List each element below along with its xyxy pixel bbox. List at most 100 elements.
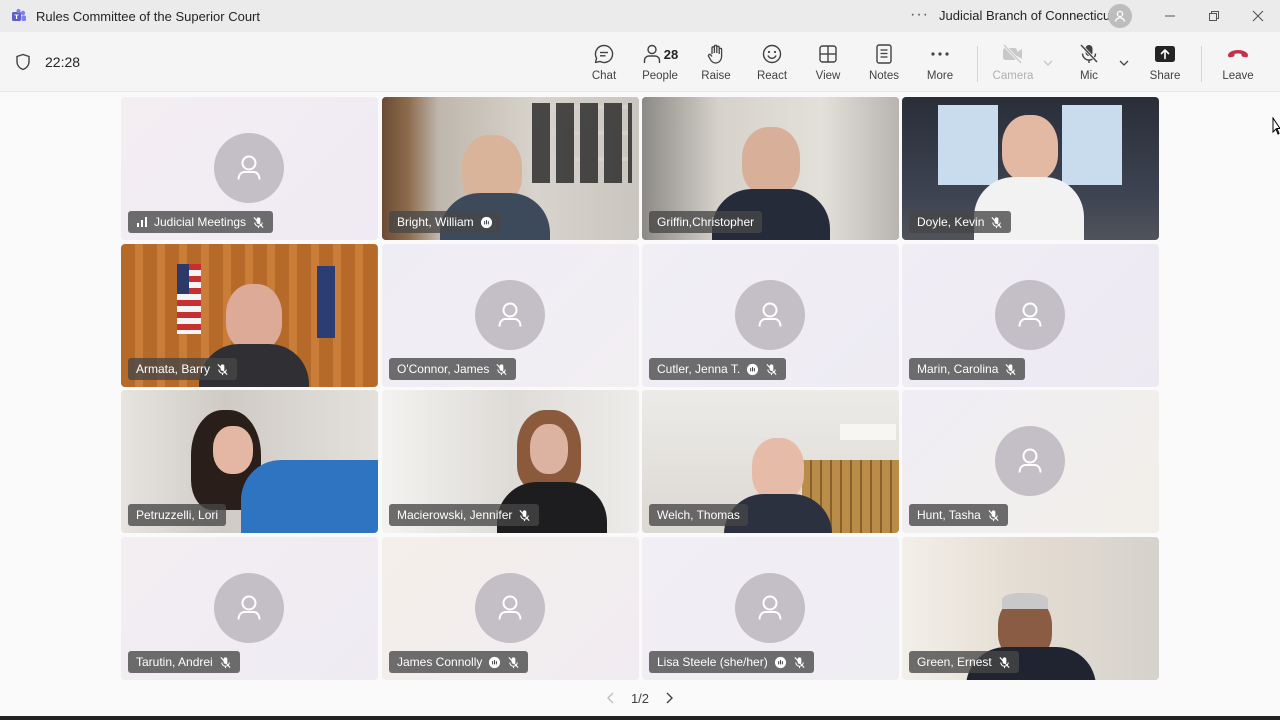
mic-off-icon <box>1079 43 1099 64</box>
participant-tile[interactable]: Cutler, Jenna T. <box>642 244 899 387</box>
muted-mic-icon <box>794 656 805 668</box>
audio-level-icon <box>137 217 147 227</box>
people-count: 28 <box>663 46 679 62</box>
page-indicator: 1/2 <box>630 690 650 706</box>
chevron-right-icon <box>666 692 674 704</box>
grid-view-icon <box>819 45 837 63</box>
participant-tile[interactable]: Petruzzelli, Lori <box>121 390 378 533</box>
meeting-timer: 22:28 <box>45 54 81 70</box>
participant-tile[interactable]: Armata, Barry <box>121 244 378 387</box>
muted-mic-icon <box>217 363 228 375</box>
participant-tile[interactable]: Bright, William <box>382 97 639 240</box>
participant-nametag: Judicial Meetings <box>128 211 274 233</box>
participant-nametag: Bright, William <box>389 211 501 233</box>
camera-off-icon <box>1002 43 1023 65</box>
close-window-button[interactable] <box>1244 4 1272 28</box>
participant-nametag: Welch, Thomas <box>649 504 748 526</box>
people-icon <box>643 44 660 63</box>
muted-mic-icon <box>991 216 1002 228</box>
participant-avatar <box>735 280 805 350</box>
participant-tile[interactable]: Judicial Meetings <box>121 97 378 240</box>
participant-tile[interactable]: Welch, Thomas <box>642 390 899 533</box>
participant-nametag: Green, Ernest <box>909 651 1019 673</box>
more-dots-icon <box>931 52 949 56</box>
person-icon <box>237 595 261 620</box>
notes-button[interactable]: Notes <box>856 42 912 86</box>
participant-tile[interactable]: Griffin,Christopher <box>642 97 899 240</box>
close-icon <box>1252 10 1264 22</box>
participant-nametag: Lisa Steele (she/her) <box>649 651 814 673</box>
teams-logo-icon: T <box>12 9 26 21</box>
mic-button[interactable]: Mic <box>1061 42 1117 86</box>
participant-avatar <box>214 133 284 203</box>
participant-nametag: James Connolly <box>389 651 529 673</box>
participant-avatar <box>214 573 284 643</box>
participant-avatar <box>735 573 805 643</box>
notes-icon <box>876 44 892 64</box>
hand-raised-icon <box>480 216 492 228</box>
camera-options-chevron-icon[interactable] <box>1041 56 1055 70</box>
mic-options-chevron-icon[interactable] <box>1117 56 1131 70</box>
account-avatar[interactable] <box>1108 4 1132 28</box>
share-button[interactable]: Share <box>1137 42 1193 86</box>
titlebar-more-button[interactable]: ··· <box>910 6 929 24</box>
video-gallery: Judicial Meetings Bright, William Griffi… <box>0 92 1280 720</box>
muted-mic-icon <box>496 363 507 375</box>
participant-tile[interactable]: O'Connor, James <box>382 244 639 387</box>
participant-tile[interactable]: Marin, Carolina <box>902 244 1159 387</box>
muted-mic-icon <box>253 216 264 228</box>
muted-mic-icon <box>988 509 999 521</box>
title-bar: T Rules Committee of the Superior Court … <box>0 0 1280 32</box>
more-button[interactable]: More <box>912 42 968 86</box>
participant-nametag: Armata, Barry <box>128 358 238 380</box>
window-bottom-edge <box>0 716 1280 720</box>
previous-page-button[interactable] <box>605 692 617 704</box>
raise-hand-icon <box>707 44 723 64</box>
person-icon <box>758 595 782 620</box>
person-icon <box>498 302 522 327</box>
person-icon <box>1114 10 1126 22</box>
react-button[interactable]: React <box>744 42 800 86</box>
hand-raised-icon <box>774 656 786 668</box>
muted-mic-icon <box>766 363 777 375</box>
participant-nametag: Tarutin, Andrei <box>128 651 240 673</box>
participant-nametag: Macierowski, Jennifer <box>389 504 540 526</box>
chat-button[interactable]: Chat <box>576 42 632 86</box>
hand-raised-icon <box>489 656 501 668</box>
view-button[interactable]: View <box>800 42 856 86</box>
person-icon <box>1018 448 1042 473</box>
person-icon <box>1018 302 1042 327</box>
people-button[interactable]: 28 People <box>632 42 688 86</box>
chat-icon <box>594 44 614 64</box>
participant-nametag: Griffin,Christopher <box>649 211 763 233</box>
restore-button[interactable] <box>1200 4 1228 28</box>
participant-avatar <box>475 280 545 350</box>
participant-tile[interactable]: Tarutin, Andrei <box>121 537 378 680</box>
participant-nametag: O'Connor, James <box>389 358 517 380</box>
participant-avatar <box>995 426 1065 496</box>
raise-hand-button[interactable]: Raise <box>688 42 744 86</box>
next-page-button[interactable] <box>663 692 675 704</box>
muted-mic-icon <box>220 656 231 668</box>
minimize-icon <box>1165 15 1175 17</box>
hand-raised-icon <box>747 363 759 375</box>
muted-mic-icon <box>1005 363 1016 375</box>
mouse-cursor-icon <box>1272 117 1280 135</box>
participant-tile[interactable]: James Connolly <box>382 537 639 680</box>
participant-tile[interactable]: Green, Ernest <box>902 537 1159 680</box>
toolbar-divider <box>1201 46 1202 82</box>
leave-button[interactable]: Leave <box>1210 42 1266 86</box>
participant-avatar <box>995 280 1065 350</box>
minimize-button[interactable] <box>1156 4 1184 28</box>
camera-button[interactable]: Camera <box>985 42 1041 86</box>
participant-tile[interactable]: Lisa Steele (she/her) <box>642 537 899 680</box>
toolbar-divider <box>977 46 978 82</box>
participant-tile[interactable]: Macierowski, Jennifer <box>382 390 639 533</box>
participant-tile[interactable]: Hunt, Tasha <box>902 390 1159 533</box>
person-icon <box>758 302 782 327</box>
person-icon <box>237 155 261 180</box>
participant-nametag: Cutler, Jenna T. <box>649 358 787 380</box>
muted-mic-icon <box>519 509 530 521</box>
participant-tile[interactable]: Doyle, Kevin <box>902 97 1159 240</box>
meeting-toolbar: 22:28 Chat 28 People Raise React View No… <box>0 32 1280 92</box>
